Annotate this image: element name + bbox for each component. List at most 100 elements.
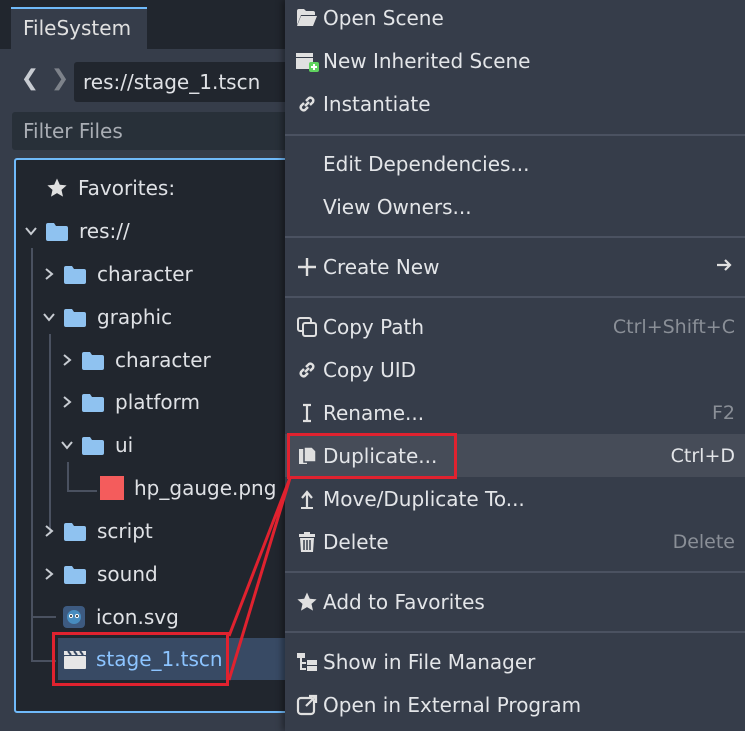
star-icon [295,590,319,614]
submenu-arrow-icon [715,255,733,279]
context-menu: Open Scene New Inherited Scene Instantia… [285,0,745,731]
folder-icon [64,308,86,327]
path-field[interactable]: res://stage_1.tscn [74,62,314,102]
menu-item-rename[interactable]: Rename... F2 [285,391,745,434]
chevron-right-icon[interactable] [42,267,56,281]
folder-icon [82,436,104,455]
tree-item-sound[interactable]: sound [42,554,158,594]
menu-item-label: Edit Dependencies... [323,151,530,176]
folder-icon [64,565,86,584]
forward-button[interactable]: ❯ [48,63,72,95]
menu-item-label: Delete [323,529,389,554]
tree-item-label: platform [115,390,200,414]
chevron-right-icon[interactable] [42,567,56,581]
tree-item-icon-svg[interactable]: icon.svg [62,597,179,637]
link-icon [295,358,319,382]
copy-icon [295,315,319,339]
external-link-icon [295,693,319,717]
menu-item-label: Move/Duplicate To... [323,486,525,511]
chevron-right-icon[interactable] [60,353,74,367]
tree-item-label: icon.svg [96,605,179,629]
menu-item-show-in-file-manager[interactable]: Show in File Manager [285,640,745,683]
folder-icon [64,265,86,284]
folder-icon [64,522,86,541]
tree-item-label: character [97,262,193,286]
file-tree[interactable]: Favorites: res:// character graphic char… [14,158,318,713]
godot-logo-icon [62,605,86,629]
menu-item-open-scene[interactable]: Open Scene [285,0,745,39]
menu-item-label: Create New [323,254,440,279]
menu-item-label: Rename... [323,400,425,425]
favorites-label: Favorites: [78,176,176,200]
menu-item-create-new[interactable]: Create New [285,245,745,288]
menu-separator [285,296,745,298]
menu-item-label: Show in File Manager [323,649,536,674]
menu-item-new-inherited-scene[interactable]: New Inherited Scene [285,39,745,82]
filesystem-icon [295,650,319,674]
stage-file-highlight [52,632,229,686]
tree-item-label: ui [115,433,134,457]
move-icon [295,487,319,511]
menu-item-add-to-favorites[interactable]: Add to Favorites [285,580,745,623]
tree-item-graphic-character[interactable]: character [60,340,211,380]
shortcut-label: F2 [711,401,735,424]
star-icon [46,177,68,199]
tree-item-label: sound [97,562,158,586]
tree-item-label: character [115,348,211,372]
folder-open-icon [295,6,319,30]
trash-icon [295,530,319,554]
menu-item-delete[interactable]: Delete Delete [285,520,745,563]
folder-icon [82,351,104,370]
link-icon [295,92,319,116]
menu-separator [285,571,745,573]
folder-icon [46,222,68,241]
tree-item-label: script [97,519,153,543]
tree-item-ui[interactable]: ui [60,425,133,465]
tree-item-res-root[interactable]: res:// [24,211,130,251]
chevron-right-icon[interactable] [60,395,74,409]
menu-item-move-duplicate-to[interactable]: Move/Duplicate To... [285,477,745,520]
menu-item-label: Open in External Program [323,692,582,717]
chevron-down-icon[interactable] [60,438,74,452]
clapper-plus-icon [295,49,319,73]
tree-item-character[interactable]: character [42,254,193,294]
menu-item-copy-path[interactable]: Copy Path Ctrl+Shift+C [285,305,745,348]
chevron-down-icon[interactable] [24,224,38,238]
image-thumbnail-icon [100,476,124,500]
filesystem-tab[interactable]: FileSystem [11,7,147,49]
folder-icon [82,393,104,412]
menu-item-label: Open Scene [323,5,444,30]
tree-item-label: graphic [97,305,173,329]
menu-item-label: Copy Path [323,314,425,339]
menu-item-edit-dependencies[interactable]: Edit Dependencies... [285,142,745,185]
menu-separator [285,134,745,136]
back-button[interactable]: ❮ [18,63,42,95]
shortcut-label: Ctrl+D [670,444,735,467]
menu-item-label: View Owners... [323,194,472,219]
menu-item-label: New Inherited Scene [323,48,531,73]
menu-item-open-external[interactable]: Open in External Program [285,683,745,726]
menu-item-label: Instantiate [323,91,431,116]
chevron-right-icon[interactable] [42,524,56,538]
tree-item-platform[interactable]: platform [60,382,200,422]
tree-item-hp-gauge[interactable]: hp_gauge.png [100,468,276,508]
chevron-down-icon[interactable] [42,310,56,324]
menu-separator [285,236,745,238]
filter-files-input[interactable]: Filter Files [12,112,312,150]
menu-separator [285,631,745,633]
menu-item-label: Add to Favorites [323,589,485,614]
shortcut-label: Delete [672,530,735,553]
menu-item-instantiate[interactable]: Instantiate [285,82,745,125]
tree-item-script[interactable]: script [42,511,153,551]
shortcut-label: Ctrl+Shift+C [612,315,735,338]
rename-icon [295,401,319,425]
menu-item-label: Copy UID [323,357,417,382]
plus-icon [295,255,319,279]
menu-item-copy-uid[interactable]: Copy UID [285,348,745,391]
tree-item-graphic[interactable]: graphic [42,297,172,337]
tree-item-label: res:// [79,219,130,243]
menu-item-view-owners[interactable]: View Owners... [285,185,745,228]
filesystem-panel: FileSystem ❮ ❯ res://stage_1.tscn Filter… [0,0,318,731]
favorites-row[interactable]: Favorites: [46,168,175,208]
tree-item-label: hp_gauge.png [134,476,277,500]
